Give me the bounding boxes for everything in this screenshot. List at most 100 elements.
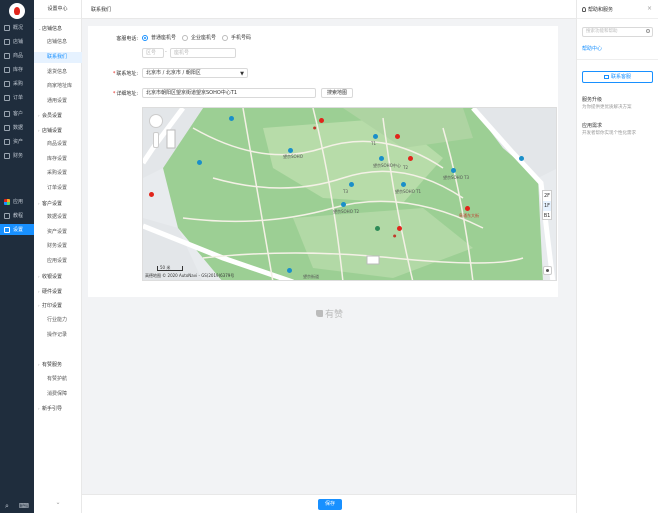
sidebar-item-3[interactable]: 退货信息 xyxy=(34,67,82,78)
sidebar-item-7[interactable]: › 店铺设置 xyxy=(34,125,82,136)
rail-item-7[interactable]: 数据 xyxy=(0,122,34,133)
floor-1f[interactable]: 1F xyxy=(543,201,551,211)
save-button[interactable]: 保存 xyxy=(318,499,342,510)
data-icon xyxy=(4,124,10,131)
radio-mobile[interactable]: 手机号码 xyxy=(222,34,251,41)
map-view[interactable]: ● 望京SOHO T1 望京SOHO中心 T2 T3 望京SOHO T3 望京S… xyxy=(142,107,557,281)
sidebar-item-13[interactable]: 数据设置 xyxy=(34,212,82,223)
help-search-input[interactable]: 搜索功能和帮助 xyxy=(582,27,653,37)
app-logo[interactable] xyxy=(9,3,25,19)
sidebar-item-12[interactable]: › 客户设置 xyxy=(34,198,82,209)
poi-pin[interactable] xyxy=(397,226,402,231)
poi-pin[interactable] xyxy=(408,156,413,161)
sidebar-item-10[interactable]: 采购设置 xyxy=(34,168,82,179)
rail-item-3[interactable]: 库存 xyxy=(0,64,34,75)
sidebar-item-1[interactable]: 店铺信息 xyxy=(34,37,82,48)
close-icon[interactable]: × xyxy=(647,5,652,12)
sidebar-item-label: 订单设置 xyxy=(47,185,68,191)
rail-item-label: 资产 xyxy=(13,139,24,145)
sidebar-item-19[interactable]: › 打印设置 xyxy=(34,300,82,311)
store-icon xyxy=(4,38,10,45)
sidebar-item-0[interactable]: ⌄店铺信息 xyxy=(34,23,82,34)
rail-item-0[interactable]: 概况 xyxy=(0,22,34,33)
rail-item-1[interactable]: 店铺 xyxy=(0,36,34,47)
monitor-icon xyxy=(603,74,609,79)
sidebar-item-22[interactable]: › 有赞服务 xyxy=(34,359,82,370)
sidebar-item-8[interactable]: 商品设置 xyxy=(34,139,82,150)
compass-control[interactable] xyxy=(149,114,163,128)
collapse-chevron-icon[interactable]: ⌄ xyxy=(34,499,82,513)
sidebar-item-14[interactable]: 资产设置 xyxy=(34,227,82,238)
order-icon xyxy=(4,94,10,101)
rail-item-11[interactable]: 教程 xyxy=(0,210,34,221)
help-search-placeholder: 搜索功能和帮助 xyxy=(586,29,618,34)
area-code-input[interactable]: 区号 xyxy=(142,48,164,58)
radio-enterprise[interactable]: 企业座机号 xyxy=(182,34,216,41)
sidebar-item-11[interactable]: 订单设置 xyxy=(34,183,82,194)
app-request-title[interactable]: 应用需求 xyxy=(582,122,602,129)
poi-label: 望京SOHO xyxy=(283,154,303,159)
poi-pin[interactable] xyxy=(373,134,378,139)
region-select[interactable]: 北京市 / 北京市 / 朝阳区 ▼ xyxy=(142,68,248,78)
sidebar-item-21[interactable]: 操作记录 xyxy=(34,330,82,341)
zoom-slider[interactable] xyxy=(153,132,159,148)
poi-pin[interactable] xyxy=(149,192,154,197)
rail-item-10[interactable]: 应用 xyxy=(0,196,34,207)
rail-item-6[interactable]: 客户 xyxy=(0,108,34,119)
poi-pin[interactable] xyxy=(287,268,292,273)
sidebar-item-18[interactable]: › 硬件设置 xyxy=(34,286,82,297)
rail-item-5[interactable]: 订单 xyxy=(0,92,34,103)
rail-item-4[interactable]: 采购 xyxy=(0,78,34,89)
sidebar-item-4[interactable]: 商家地址库 xyxy=(34,81,82,92)
sidebar-item-2[interactable]: 联系我们 xyxy=(34,52,82,63)
sidebar-item-label: 退货信息 xyxy=(47,69,68,75)
rail-item-9[interactable]: 财务 xyxy=(0,150,34,161)
sidebar-item-label: 硬件设置 xyxy=(42,289,63,295)
radio-landline[interactable]: 普通座机号 xyxy=(142,34,176,41)
search-map-button[interactable]: 搜索地图 xyxy=(321,88,353,98)
contact-support-button[interactable]: 联系客服 xyxy=(582,71,653,83)
sidebar-item-label: 行业能力 xyxy=(47,317,68,323)
sidebar-item-16[interactable]: 应用设置 xyxy=(34,256,82,267)
poi-label: ● xyxy=(393,233,397,238)
poi-pin[interactable] xyxy=(395,134,400,139)
sidebar-item-label: 采购设置 xyxy=(47,170,68,176)
rail-item-12[interactable]: 设置 xyxy=(0,224,34,235)
sidebar-item-15[interactable]: 财务设置 xyxy=(34,241,82,252)
phone-input[interactable]: 座机号 xyxy=(170,48,236,58)
sidebar-item-label: 新手引导 xyxy=(42,406,63,412)
poi-pin[interactable] xyxy=(341,202,346,207)
poi-pin[interactable] xyxy=(375,226,380,231)
poi-pin[interactable] xyxy=(288,148,293,153)
sidebar-item-5[interactable]: 通用设置 xyxy=(34,96,82,107)
sidebar-item-23[interactable]: 有赞护航 xyxy=(34,374,82,385)
floor-2f[interactable]: 2F xyxy=(543,191,551,201)
poi-pin[interactable] xyxy=(451,168,456,173)
poi-pin[interactable] xyxy=(349,182,354,187)
detail-address-input[interactable]: 北京市朝阳区望京街道望京SOHO中心T1 xyxy=(142,88,316,98)
sidebar-item-25[interactable]: › 新手引导 xyxy=(34,403,82,414)
breadcrumb: 联系我们 xyxy=(91,7,112,13)
rail-item-2[interactable]: 商品 xyxy=(0,50,34,61)
floor-b1[interactable]: B1 xyxy=(543,211,551,221)
sidebar-item-24[interactable]: 消费保障 xyxy=(34,389,82,400)
locate-icon[interactable] xyxy=(543,266,552,275)
poi-pin[interactable] xyxy=(519,156,524,161)
service-upgrade-title[interactable]: 服务升级 xyxy=(582,96,602,103)
keyboard-icon[interactable]: ⌨ xyxy=(19,502,29,510)
sidebar-item-9[interactable]: 库存设置 xyxy=(34,154,82,165)
poi-pin[interactable] xyxy=(379,156,384,161)
search-icon xyxy=(646,29,650,33)
rail-item-8[interactable]: 资产 xyxy=(0,136,34,147)
poi-pin[interactable] xyxy=(229,116,234,121)
sidebar-item-20[interactable]: 行业能力 xyxy=(34,315,82,326)
help-center-link[interactable]: 帮助中心 xyxy=(582,45,602,52)
sidebar-item-6[interactable]: › 会员设置 xyxy=(34,110,82,121)
poi-pin[interactable] xyxy=(401,182,406,187)
search-icon[interactable]: ⌕ xyxy=(5,502,9,511)
poi-pin[interactable] xyxy=(197,160,202,165)
sidebar-item-17[interactable]: › 收银设置 xyxy=(34,271,82,282)
floor-switcher[interactable]: 2F 1F B1 xyxy=(542,190,552,220)
poi-pin[interactable] xyxy=(465,206,470,211)
poi-pin[interactable] xyxy=(319,118,324,123)
